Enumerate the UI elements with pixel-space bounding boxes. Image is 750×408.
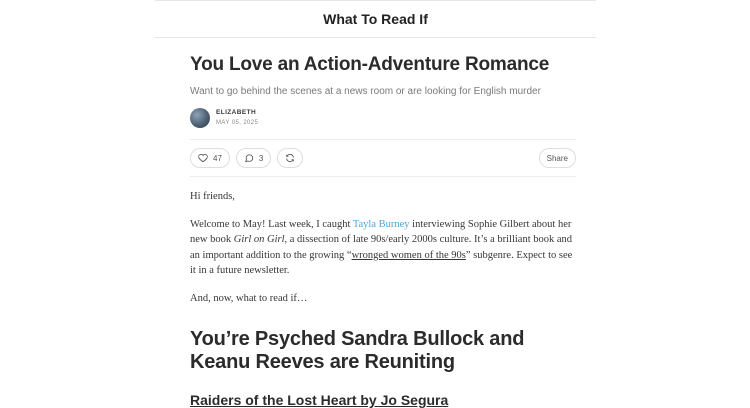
post-container: You Love an Action-Adventure Romance Wan… xyxy=(190,54,576,408)
intro-text: Welcome to May! Last week, I caught xyxy=(190,218,353,230)
section-heading: You’re Psyched Sandra Bullock and Keanu … xyxy=(190,328,525,373)
post-actions-bar: 47 3 Share xyxy=(190,139,576,177)
author-name[interactable]: ELIZABETH xyxy=(216,107,258,118)
byline-meta: ELIZABETH MAY 05, 2025 xyxy=(216,107,258,129)
post-title: You Love an Action-Adventure Romance xyxy=(190,54,550,75)
post-subtitle: Want to go behind the scenes at a news r… xyxy=(190,86,541,97)
greeting-paragraph: Hi friends, xyxy=(190,191,235,202)
comment-icon xyxy=(244,154,254,163)
tayla-burney-link[interactable]: Tayla Burney xyxy=(353,219,410,230)
like-button[interactable]: 47 xyxy=(190,148,230,168)
comment-count: 3 xyxy=(258,153,264,163)
share-button[interactable]: Share xyxy=(538,148,576,168)
restack-icon xyxy=(286,153,295,163)
author-avatar[interactable] xyxy=(190,108,210,128)
like-count: 47 xyxy=(213,153,222,163)
book-title-text: Girl on Girl xyxy=(233,234,285,245)
byline: ELIZABETH MAY 05, 2025 xyxy=(190,107,576,129)
wronged-women-link[interactable]: wronged women of the 90s xyxy=(352,250,466,261)
transition-paragraph: And, now, what to read if… xyxy=(190,292,308,304)
publication-title[interactable]: What To Read If xyxy=(323,11,428,27)
heart-icon xyxy=(198,154,208,163)
post-date: MAY 05, 2025 xyxy=(216,120,259,126)
book-heading-link[interactable]: Raiders of the Lost Heart by Jo Segura xyxy=(190,392,576,408)
intro-paragraph: Welcome to May! Last week, I caught Tayl… xyxy=(190,217,576,279)
publication-header: What To Read If xyxy=(155,0,596,38)
post-body: Hi friends, Welcome to May! Last week, I… xyxy=(190,189,576,306)
comment-button[interactable]: 3 xyxy=(235,148,272,168)
restack-button[interactable] xyxy=(277,148,304,168)
